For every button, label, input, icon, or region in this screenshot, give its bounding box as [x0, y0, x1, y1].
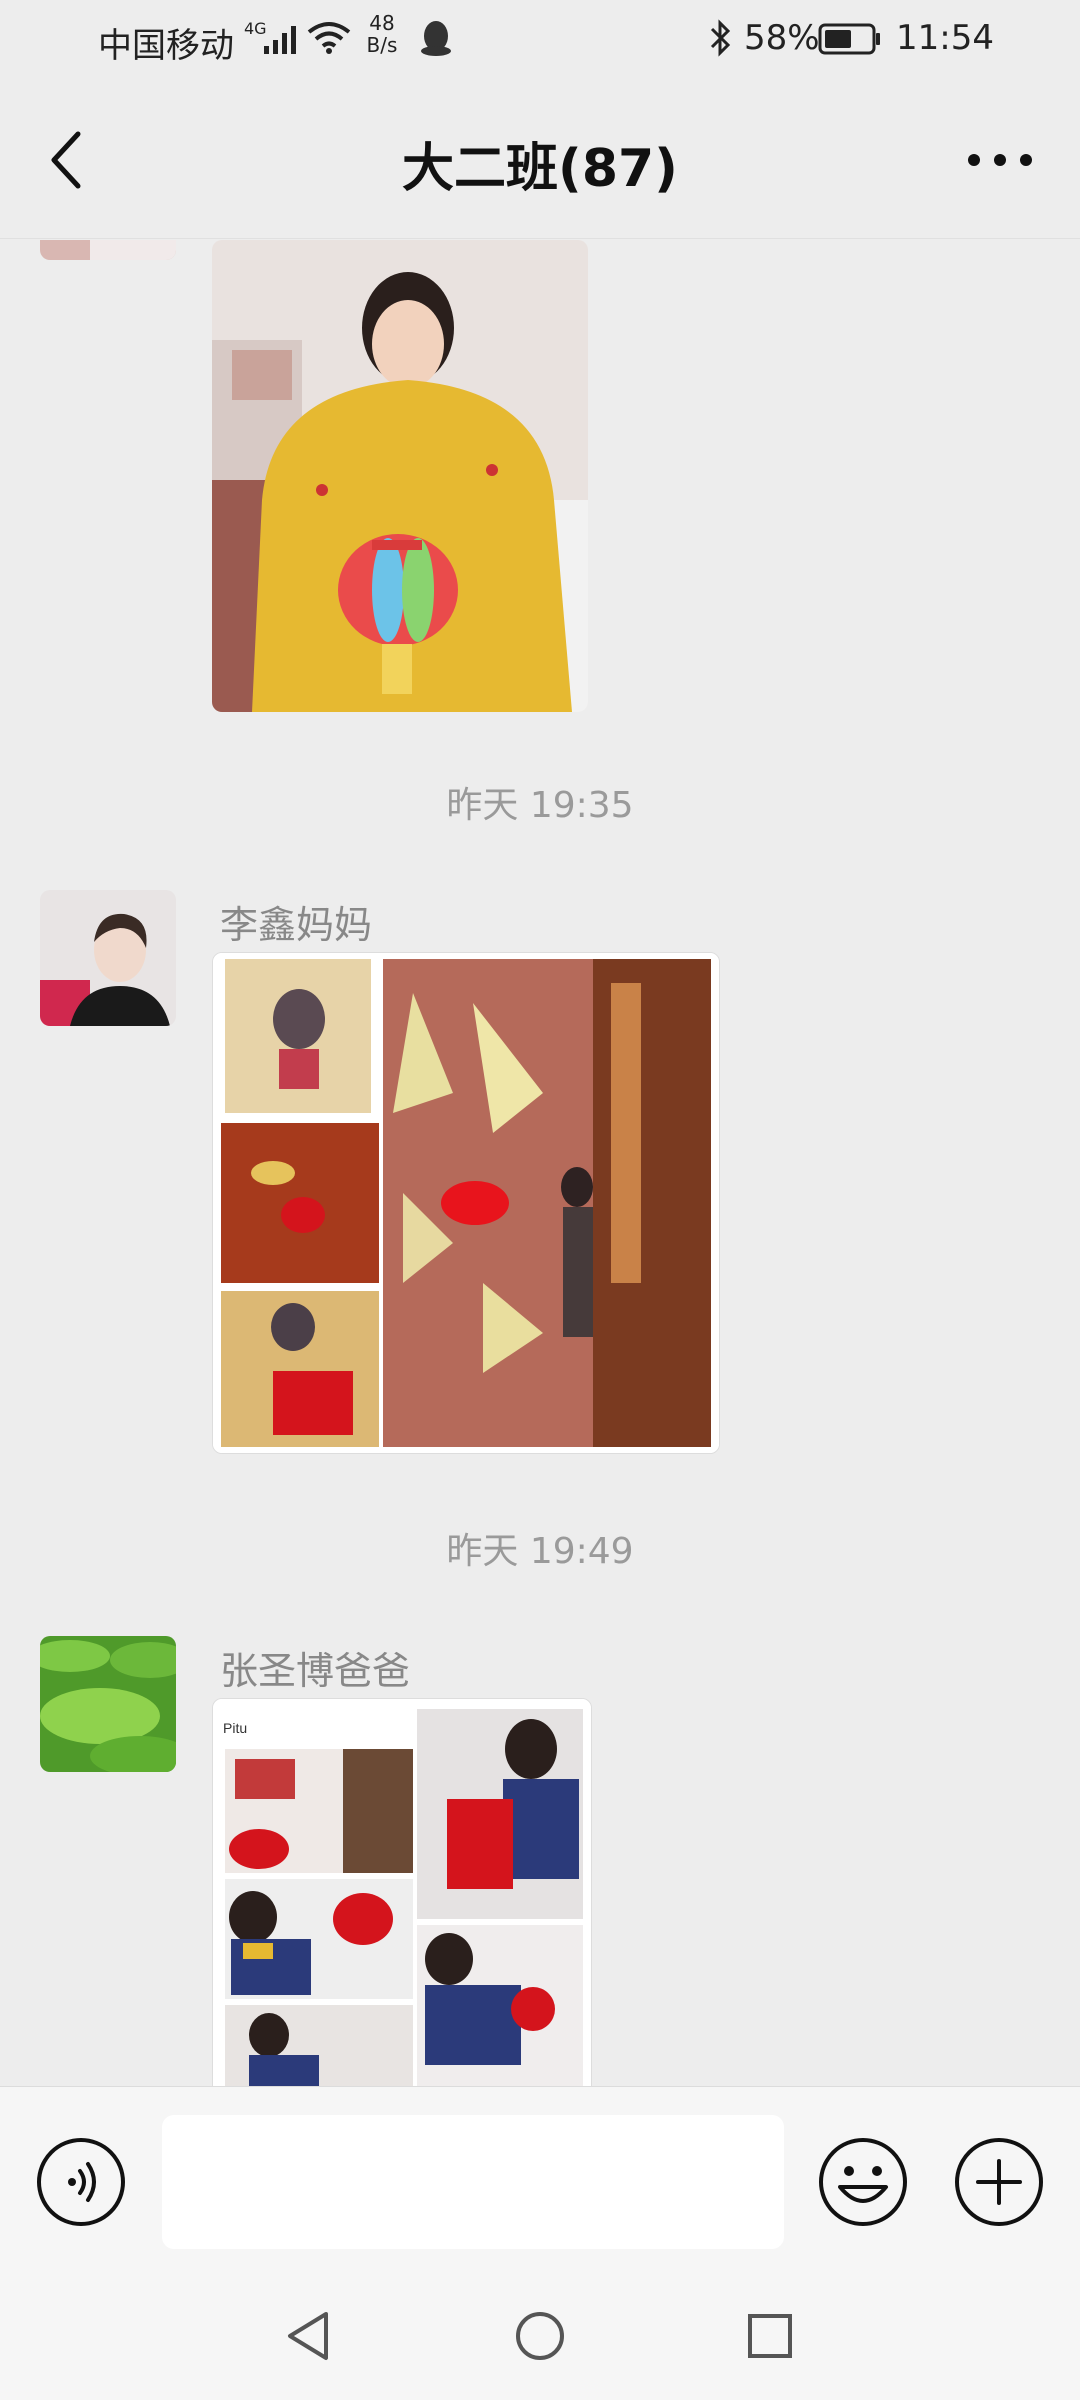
avatar-image	[40, 240, 176, 260]
status-bar: 中国移动 4G 48 B/s 58% 11:54	[0, 0, 1080, 80]
wifi-icon	[307, 22, 351, 54]
voice-icon	[37, 2138, 125, 2226]
emoji-button[interactable]	[818, 2137, 908, 2227]
voice-button[interactable]	[36, 2137, 126, 2227]
circle-home-icon	[516, 2312, 564, 2360]
image-message-lantern-girl[interactable]	[212, 240, 588, 712]
image-message-boy-collage[interactable]: Pitu	[212, 1698, 592, 2086]
sender-name: 李鑫妈妈	[220, 903, 373, 947]
nav-home-button[interactable]	[510, 2306, 570, 2366]
plus-button[interactable]	[954, 2137, 1044, 2227]
battery-icon	[818, 23, 880, 55]
chat-message-list[interactable]: 昨天 19:35 李鑫妈妈 昨天 19:49 张圣博爸爸 Pitu	[0, 240, 1080, 2086]
timestamp: 昨天 19:49	[446, 1531, 634, 1572]
more-dots-icon	[968, 154, 1032, 166]
battery-percent: 58%	[744, 18, 820, 58]
avatar[interactable]	[40, 1636, 176, 1772]
image-message-lantern-collage[interactable]	[212, 952, 720, 1454]
system-nav-bar	[0, 2276, 1080, 2400]
nav-back-button[interactable]	[280, 2306, 340, 2366]
net-speed-unit: B/s	[366, 33, 398, 57]
chat-title: 大二班(87)	[402, 139, 678, 199]
clock: 11:54	[896, 18, 994, 58]
chat-header: 大二班(87)	[0, 80, 1080, 239]
avatar[interactable]	[40, 890, 176, 1026]
qq-penguin-icon	[421, 21, 451, 56]
net-speed: 48 B/s	[360, 12, 404, 56]
photo-boy-lantern-collage: Pitu	[213, 1699, 591, 2086]
carrier-label: 中国移动	[98, 26, 234, 66]
nav-recents-button[interactable]	[740, 2306, 800, 2366]
photo-lantern-collage	[213, 953, 719, 1453]
signal-icon	[264, 26, 296, 54]
more-button[interactable]	[960, 130, 1040, 190]
avatar-image	[40, 890, 176, 1026]
photo-watermark: Pitu	[223, 1720, 247, 1736]
photo-girl-with-lantern	[212, 240, 588, 712]
avatar-image	[40, 1636, 176, 1772]
triangle-back-icon	[288, 2312, 328, 2360]
plus-icon	[955, 2138, 1043, 2226]
timestamp: 昨天 19:35	[446, 785, 634, 826]
bluetooth-icon	[710, 19, 731, 57]
square-recents-icon	[748, 2314, 792, 2358]
input-bar	[0, 2086, 1080, 2277]
net-speed-value: 48	[369, 11, 395, 35]
sender-name: 张圣博爸爸	[220, 1649, 411, 1693]
emoji-icon	[819, 2138, 907, 2226]
message-input[interactable]	[162, 2115, 784, 2249]
avatar[interactable]	[40, 240, 176, 260]
